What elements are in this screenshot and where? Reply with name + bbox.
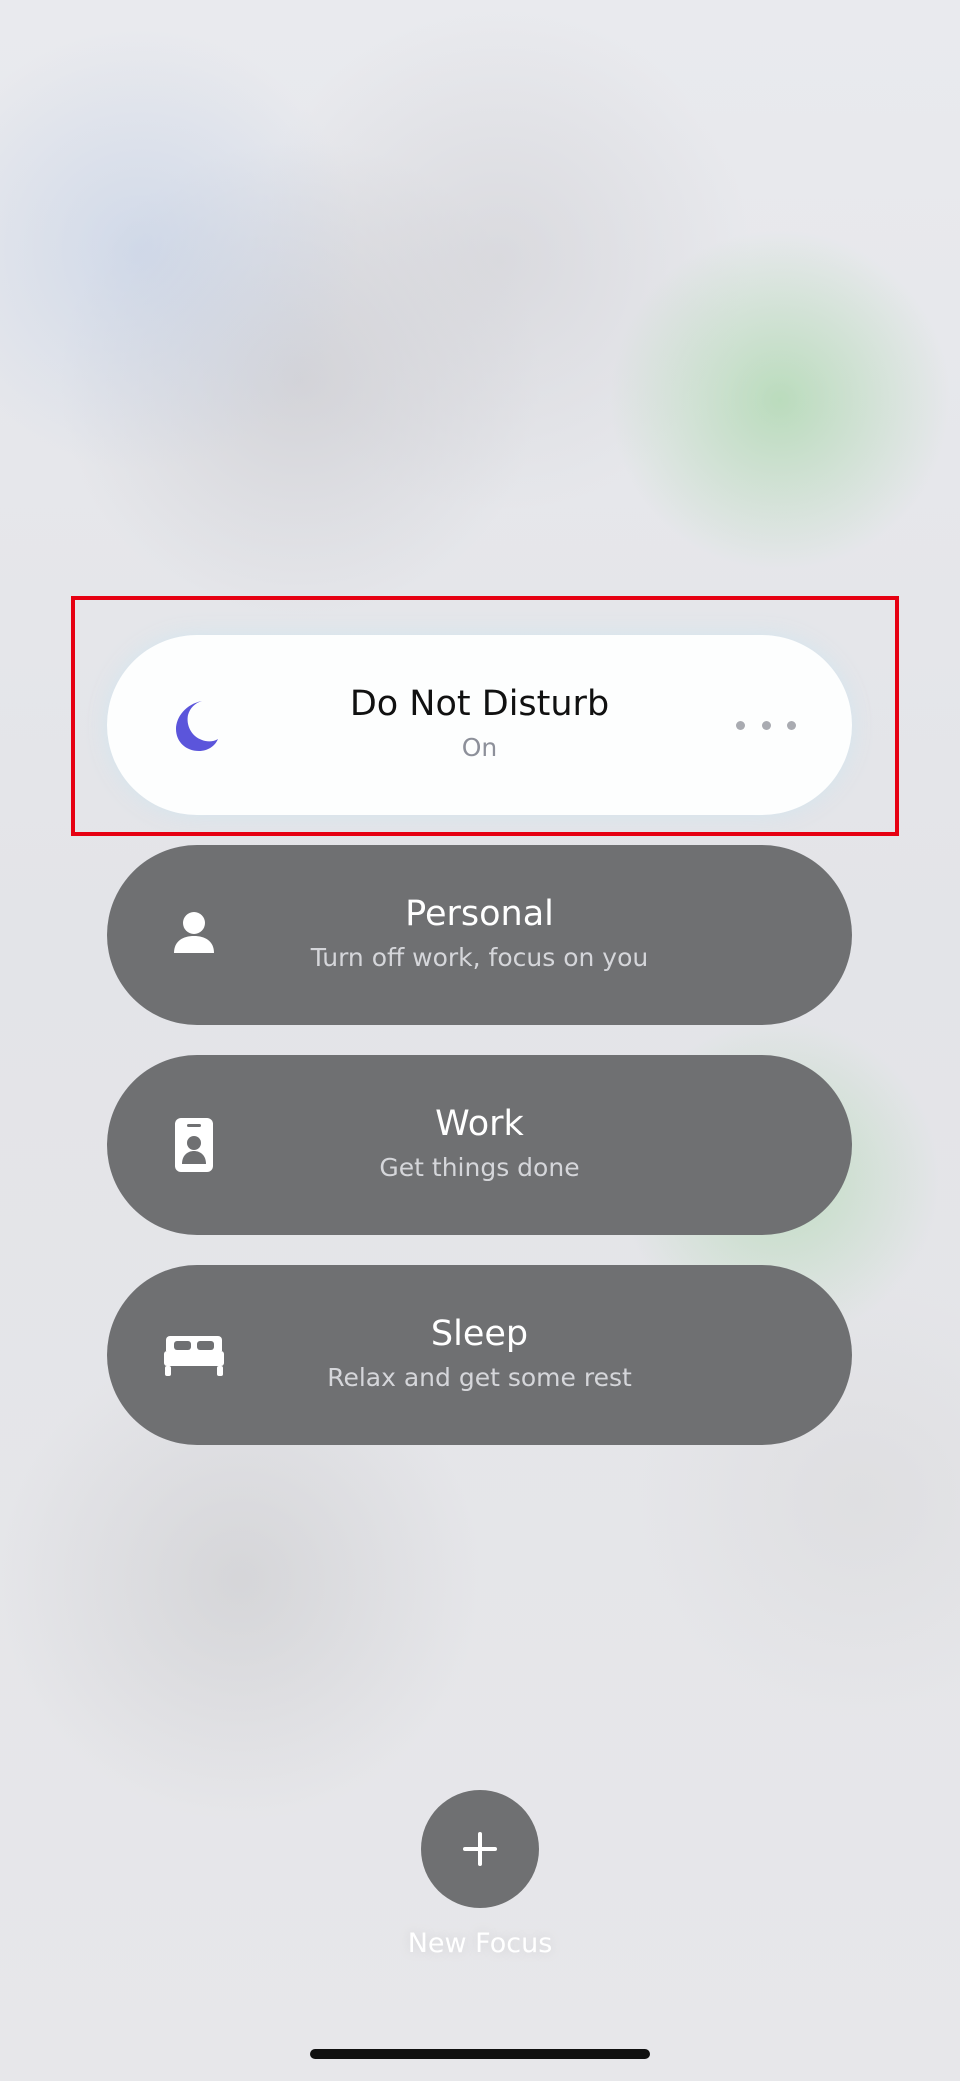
focus-mode-title: Work xyxy=(435,1104,524,1144)
home-indicator[interactable] xyxy=(310,2049,650,2059)
focus-mode-description: Get things done xyxy=(379,1153,580,1182)
more-icon-dot xyxy=(736,720,745,730)
focus-mode-title: Sleep xyxy=(430,1314,529,1354)
focus-mode-sleep[interactable]: Sleep Relax and get some rest xyxy=(107,1265,852,1445)
new-focus: New Focus xyxy=(360,1790,600,1960)
plus-icon xyxy=(463,1832,497,1866)
focus-mode-text: Sleep Relax and get some rest xyxy=(107,1313,852,1393)
focus-mode-personal[interactable]: Personal Turn off work, focus on you xyxy=(107,845,852,1025)
focus-mode-work[interactable]: Work Get things done xyxy=(107,1055,852,1235)
focus-mode-description: Relax and get some rest xyxy=(327,1363,632,1392)
focus-mode-description: Turn off work, focus on you xyxy=(310,943,649,972)
more-icon-dot xyxy=(761,720,771,730)
blurred-background xyxy=(0,0,960,2081)
focus-mode-text: Personal Turn off work, focus on you xyxy=(107,893,852,973)
focus-mode-do-not-disturb[interactable]: Do Not Disturb On xyxy=(107,635,852,815)
new-focus-button[interactable] xyxy=(421,1790,539,1908)
more-options-button[interactable] xyxy=(736,708,796,742)
focus-mode-text: Work Get things done xyxy=(107,1103,852,1183)
more-icon-dot xyxy=(787,720,796,730)
focus-mode-title: Personal xyxy=(405,894,554,934)
new-focus-label: New Focus xyxy=(407,1928,553,1959)
